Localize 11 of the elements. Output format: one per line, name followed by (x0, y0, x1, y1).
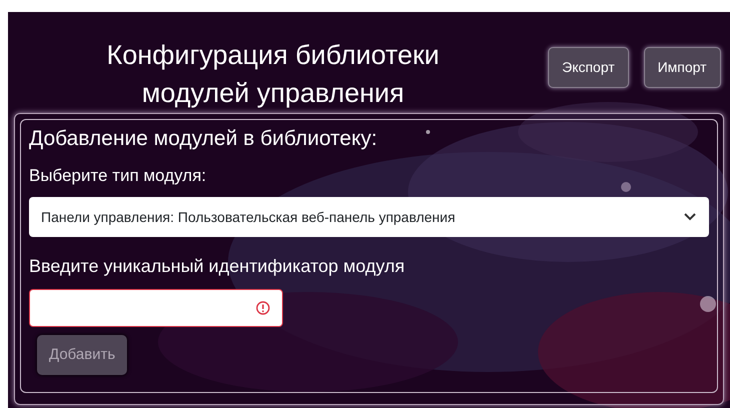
import-button[interactable]: Импорт (644, 47, 721, 88)
page-title: Конфигурация библиотеки (106, 39, 440, 72)
section-heading: Добавление модулей в библиотеку: (29, 126, 378, 152)
module-id-field[interactable] (29, 289, 283, 327)
chevron-down-icon (683, 212, 697, 222)
field-label: Выберите тип модуля: (29, 166, 208, 186)
export-button[interactable]: Экспорт (548, 47, 629, 88)
error-icon (256, 301, 270, 315)
page-title: модулей управления (142, 77, 404, 110)
module-type-select[interactable]: Панели управления: Пользовательская веб-панель управления (29, 197, 709, 237)
field-label: Введите уникальный идентификатор модуля (29, 255, 406, 277)
